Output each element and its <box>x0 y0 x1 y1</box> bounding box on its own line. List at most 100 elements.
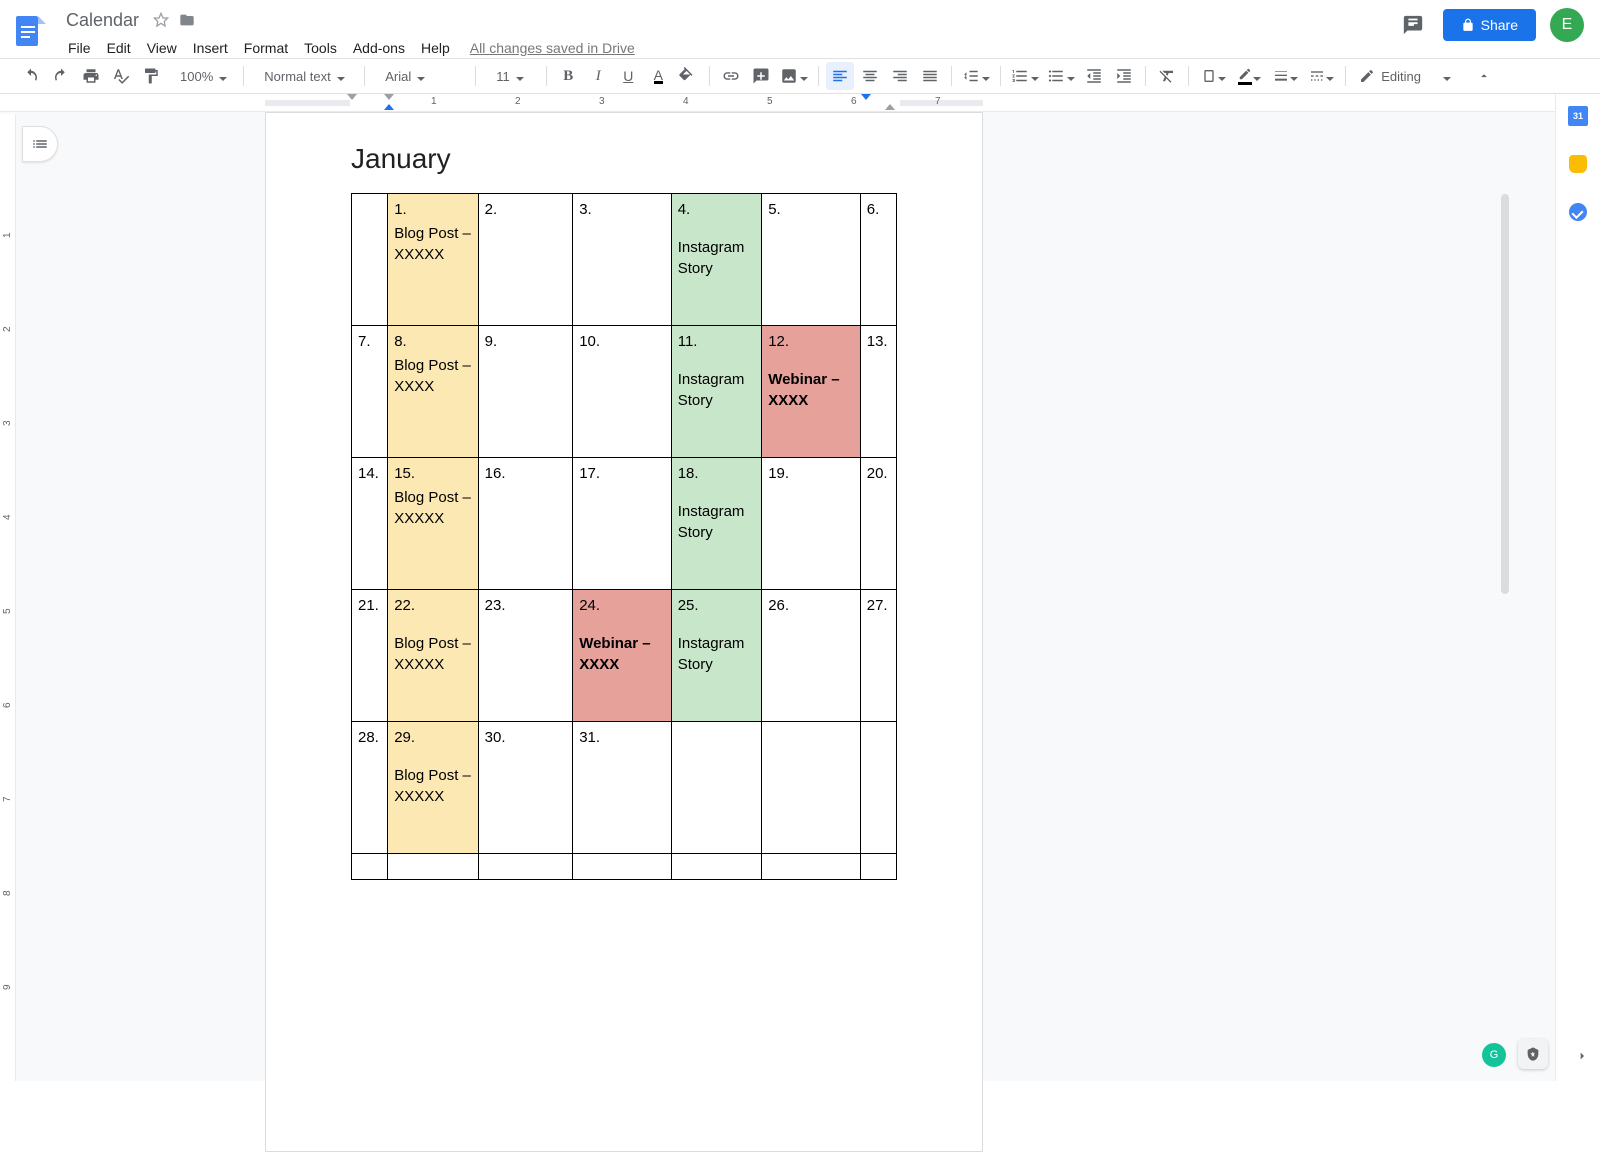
menu-insert[interactable]: Insert <box>185 38 236 58</box>
calendar-cell[interactable]: 9. <box>478 326 573 458</box>
calendar-cell[interactable]: 20. <box>860 458 896 590</box>
menu-tools[interactable]: Tools <box>296 38 345 58</box>
calendar-cell[interactable]: 13. <box>860 326 896 458</box>
calendar-addon-icon[interactable]: 31 <box>1568 106 1588 126</box>
move-folder-icon[interactable] <box>177 10 197 30</box>
menu-format[interactable]: Format <box>236 38 296 58</box>
calendar-cell[interactable] <box>762 722 861 854</box>
bulleted-list-button[interactable] <box>1044 62 1078 90</box>
bold-button[interactable]: B <box>554 62 582 90</box>
calendar-cell[interactable] <box>860 854 896 880</box>
share-button[interactable]: Share <box>1443 9 1536 41</box>
explore-button[interactable] <box>1518 1039 1548 1069</box>
italic-button[interactable]: I <box>584 62 612 90</box>
font-select[interactable]: Arial <box>375 64 465 88</box>
account-avatar[interactable]: E <box>1550 8 1584 42</box>
align-center-button[interactable] <box>856 62 884 90</box>
align-justify-button[interactable] <box>916 62 944 90</box>
editing-mode-select[interactable]: Editing <box>1352 67 1472 85</box>
insert-image-button[interactable] <box>777 62 811 90</box>
align-left-button[interactable] <box>826 62 854 90</box>
side-panel-toggle[interactable] <box>1574 1048 1590 1067</box>
vertical-ruler[interactable]: 123 456 789 <box>0 114 16 1081</box>
border-color-button[interactable] <box>1232 62 1266 90</box>
menu-add-ons[interactable]: Add-ons <box>345 38 413 58</box>
calendar-cell[interactable]: 1.Blog Post – XXXXX <box>388 194 478 326</box>
calendar-cell[interactable]: 8.Blog Post – XXXX <box>388 326 478 458</box>
calendar-cell[interactable]: 4.Instagram Story <box>671 194 761 326</box>
styles-select[interactable]: Normal text <box>254 64 354 88</box>
redo-button[interactable] <box>47 62 75 90</box>
calendar-cell[interactable]: 2. <box>478 194 573 326</box>
fontsize-select[interactable]: 11 <box>486 64 536 88</box>
calendar-cell[interactable]: 30. <box>478 722 573 854</box>
star-icon[interactable] <box>151 10 171 30</box>
save-status[interactable]: All changes saved in Drive <box>470 40 635 56</box>
menu-view[interactable]: View <box>139 38 185 58</box>
calendar-cell[interactable] <box>671 722 761 854</box>
zoom-select[interactable]: 100% <box>170 64 233 88</box>
indent-increase-button[interactable] <box>1110 62 1138 90</box>
spellcheck-button[interactable] <box>107 62 135 90</box>
menu-edit[interactable]: Edit <box>99 38 139 58</box>
calendar-cell[interactable]: 28. <box>352 722 388 854</box>
calendar-cell[interactable] <box>762 854 861 880</box>
calendar-cell[interactable] <box>352 194 388 326</box>
calendar-cell[interactable]: 31. <box>573 722 672 854</box>
calendar-cell[interactable]: 24.Webinar – XXXX <box>573 590 672 722</box>
calendar-cell[interactable]: 19. <box>762 458 861 590</box>
print-button[interactable] <box>77 62 105 90</box>
hide-menus-button[interactable] <box>1472 64 1496 88</box>
border-style-button[interactable] <box>1304 62 1338 90</box>
grammarly-icon[interactable]: G <box>1482 1043 1506 1067</box>
calendar-cell[interactable] <box>478 854 573 880</box>
calendar-cell[interactable]: 11.Instagram Story <box>671 326 761 458</box>
horizontal-ruler[interactable]: 1234567 <box>0 94 1555 112</box>
scrollbar[interactable] <box>1501 194 1509 594</box>
calendar-cell[interactable]: 7. <box>352 326 388 458</box>
align-right-button[interactable] <box>886 62 914 90</box>
calendar-cell[interactable] <box>671 854 761 880</box>
calendar-cell[interactable]: 23. <box>478 590 573 722</box>
calendar-cell[interactable]: 21. <box>352 590 388 722</box>
calendar-cell[interactable]: 12.Webinar – XXXX <box>762 326 861 458</box>
calendar-cell[interactable]: 14. <box>352 458 388 590</box>
calendar-cell[interactable]: 10. <box>573 326 672 458</box>
underline-button[interactable]: U <box>614 62 642 90</box>
border-width-button[interactable] <box>1268 62 1302 90</box>
calendar-cell[interactable]: 27. <box>860 590 896 722</box>
numbered-list-button[interactable] <box>1008 62 1042 90</box>
line-spacing-button[interactable] <box>959 62 993 90</box>
calendar-cell[interactable]: 18.Instagram Story <box>671 458 761 590</box>
doc-title[interactable]: Calendar <box>60 8 145 33</box>
menu-file[interactable]: File <box>60 38 99 58</box>
highlight-button[interactable] <box>674 62 702 90</box>
calendar-cell[interactable]: 17. <box>573 458 672 590</box>
tasks-addon-icon[interactable] <box>1568 202 1588 222</box>
text-color-button[interactable]: A <box>644 62 672 90</box>
calendar-cell[interactable]: 26. <box>762 590 861 722</box>
calendar-cell[interactable] <box>573 854 672 880</box>
calendar-cell[interactable] <box>860 722 896 854</box>
page[interactable]: January 1.Blog Post – XXXXX2.3.4.Instagr… <box>265 112 983 1152</box>
comments-button[interactable] <box>1397 9 1429 41</box>
calendar-cell[interactable]: 25.Instagram Story <box>671 590 761 722</box>
calendar-cell[interactable]: 6. <box>860 194 896 326</box>
calendar-table[interactable]: 1.Blog Post – XXXXX2.3.4.Instagram Story… <box>351 193 897 880</box>
page-heading[interactable]: January <box>351 143 897 175</box>
menu-help[interactable]: Help <box>413 38 458 58</box>
insert-comment-button[interactable] <box>747 62 775 90</box>
outline-toggle-button[interactable] <box>22 126 58 162</box>
docs-logo[interactable] <box>10 12 50 52</box>
calendar-cell[interactable]: 22.Blog Post – XXXXX <box>388 590 478 722</box>
calendar-cell[interactable] <box>388 854 478 880</box>
paint-format-button[interactable] <box>137 62 165 90</box>
calendar-cell[interactable]: 3. <box>573 194 672 326</box>
calendar-cell[interactable]: 29.Blog Post – XXXXX <box>388 722 478 854</box>
keep-addon-icon[interactable] <box>1568 154 1588 174</box>
undo-button[interactable] <box>17 62 45 90</box>
calendar-cell[interactable]: 5. <box>762 194 861 326</box>
indent-decrease-button[interactable] <box>1080 62 1108 90</box>
clear-format-button[interactable] <box>1153 62 1181 90</box>
calendar-cell[interactable]: 15.Blog Post – XXXXX <box>388 458 478 590</box>
